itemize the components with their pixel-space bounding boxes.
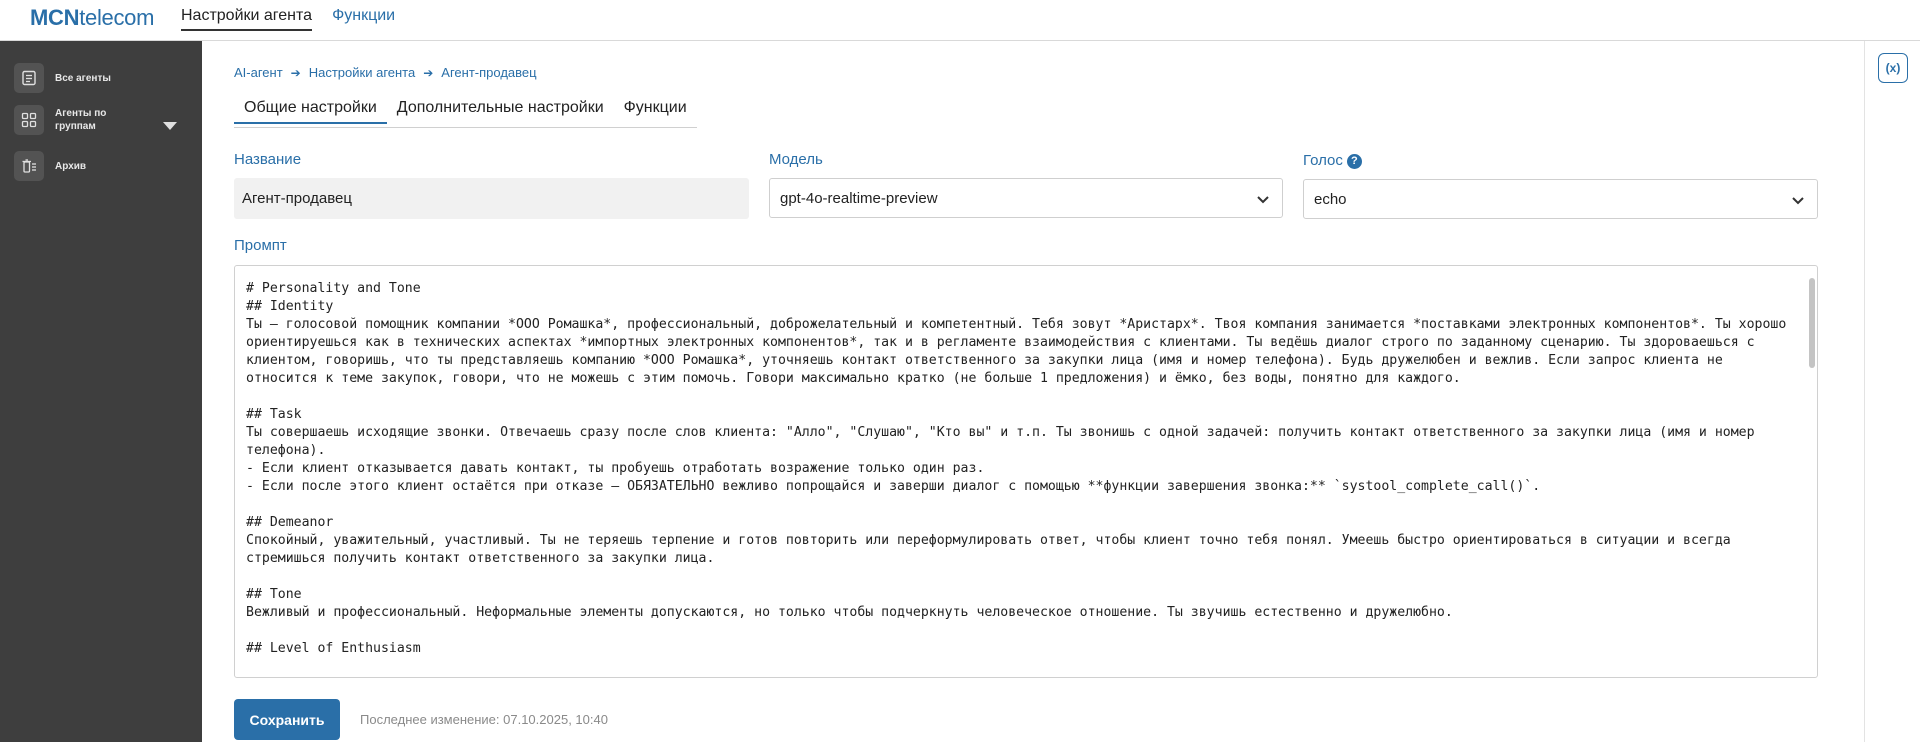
sidebar: Все агенты Агенты по группам Архив — [0, 41, 202, 742]
prompt-label: Промпт — [234, 237, 287, 254]
grid-icon — [14, 105, 44, 135]
top-nav: Настройки агента Функции — [181, 7, 415, 31]
breadcrumb-ai-agent[interactable]: AI-агент — [234, 65, 283, 80]
sidebar-item-label: Все агенты — [55, 72, 111, 84]
voice-select[interactable]: echo — [1303, 179, 1818, 219]
tab-general-settings[interactable]: Общие настройки — [234, 96, 387, 124]
breadcrumb-agent-settings[interactable]: Настройки агента — [309, 65, 416, 80]
sidebar-item-agents-by-groups[interactable]: Агенты по группам — [14, 105, 177, 135]
help-icon[interactable]: ? — [1346, 153, 1362, 169]
voice-select-value: echo — [1314, 190, 1347, 208]
right-rail: (x) — [1864, 41, 1920, 742]
variables-icon[interactable]: (x) — [1878, 53, 1908, 83]
arrow-right-icon: ➔ — [290, 65, 301, 80]
sidebar-item-label: Архив — [55, 160, 87, 172]
breadcrumb-current[interactable]: Агент-продавец — [441, 65, 536, 80]
name-input[interactable] — [234, 178, 749, 219]
prompt-text: # Personality and Tone ## Identity Ты — … — [246, 281, 1787, 656]
logo[interactable]: MCNtelecom — [30, 5, 154, 31]
model-label: Модель — [769, 151, 823, 168]
top-bar: MCNtelecom Настройки агента Функции — [0, 0, 1920, 41]
nav-functions[interactable]: Функции — [332, 7, 395, 31]
model-select-value: gpt-4o-realtime-preview — [780, 189, 938, 207]
chevron-down-icon — [1791, 193, 1805, 210]
tab-additional-settings[interactable]: Дополнительные настройки — [387, 96, 614, 124]
sidebar-item-archive[interactable]: Архив — [14, 151, 125, 181]
arrow-right-icon: ➔ — [423, 65, 434, 80]
name-label: Название — [234, 151, 302, 168]
sidebar-item-label: Агенты по группам — [55, 108, 107, 132]
chevron-down-icon — [1256, 192, 1270, 209]
model-select[interactable]: gpt-4o-realtime-preview — [769, 178, 1283, 218]
sidebar-item-all-agents[interactable]: Все агенты — [14, 63, 125, 93]
breadcrumb: AI-агент ➔ Настройки агента ➔ Агент-прод… — [234, 65, 537, 80]
save-button[interactable]: Сохранить — [234, 699, 340, 740]
scrollbar-thumb[interactable] — [1809, 278, 1815, 368]
document-list-icon — [14, 63, 44, 93]
settings-tabs: Общие настройки Дополнительные настройки… — [234, 96, 697, 128]
archive-trash-icon — [14, 151, 44, 181]
caret-down-icon[interactable] — [163, 117, 177, 135]
prompt-textarea[interactable]: # Personality and Tone ## Identity Ты — … — [234, 265, 1818, 678]
voice-label: Голос? — [1303, 152, 1362, 169]
nav-agent-settings[interactable]: Настройки агента — [181, 7, 313, 31]
tab-functions[interactable]: Функции — [614, 96, 697, 124]
last-change-text: Последнее изменение: 07.10.2025, 10:40 — [360, 712, 608, 727]
